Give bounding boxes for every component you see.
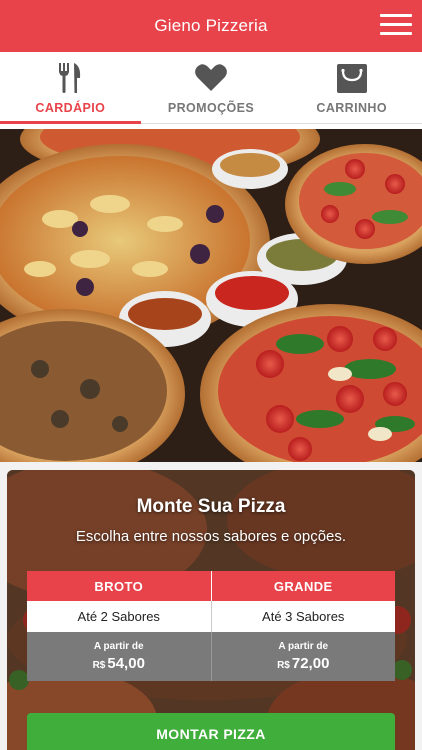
price-amount: 72,00: [291, 655, 330, 672]
currency-label: R$: [92, 660, 106, 671]
fork-knife-icon: [57, 61, 83, 95]
tab-carrinho[interactable]: CARRINHO: [281, 52, 422, 123]
size-broto-flavors: Até 2 Sabores: [27, 601, 211, 632]
tab-bar: CARDÁPIO PROMOÇÕES CARRINHO: [0, 52, 422, 124]
shopping-bag-icon: [336, 61, 368, 95]
tab-label: PROMOÇÕES: [167, 101, 255, 115]
header-bar: Gieno Pizzeria: [0, 0, 422, 52]
build-pizza-button[interactable]: MONTAR PIZZA: [27, 713, 395, 750]
size-flavors-row: Até 2 Sabores Até 3 Sabores: [27, 601, 395, 632]
builder-card: Monte Sua Pizza Escolha entre nossos sab…: [7, 470, 415, 750]
tab-label: CARDÁPIO: [35, 101, 106, 115]
price-from-label: A partir de: [278, 641, 329, 652]
builder-title: Monte Sua Pizza: [136, 496, 286, 517]
tab-promocoes[interactable]: PROMOÇÕES: [141, 52, 282, 123]
builder-section: Monte Sua Pizza Escolha entre nossos sab…: [0, 462, 422, 750]
size-broto-header[interactable]: BROTO: [27, 571, 211, 601]
hamburger-menu-icon[interactable]: [380, 12, 412, 38]
size-grande-flavors: Até 3 Sabores: [210, 601, 395, 632]
heart-icon: [194, 61, 228, 95]
hero-pizza-image: [0, 129, 422, 462]
app-screen: Gieno Pizzeria CARDÁPIO PROMOÇÕES CARRIN…: [0, 0, 422, 750]
size-options-table: BROTO GRANDE Até 2 Sabores Até 3 Sabores…: [27, 571, 395, 681]
app-title: Gieno Pizzeria: [154, 16, 268, 35]
size-broto-price: A partir de R$ 54,00: [27, 632, 211, 681]
size-grande-header[interactable]: GRANDE: [210, 571, 395, 601]
price-from-label: A partir de: [93, 641, 144, 652]
builder-subtitle: Escolha entre nossos sabores e opções.: [75, 528, 347, 545]
price-amount: 54,00: [107, 655, 145, 672]
tab-label: CARRINHO: [316, 101, 387, 115]
size-grande-price: A partir de R$ 72,00: [210, 632, 395, 681]
currency-label: R$: [277, 660, 290, 671]
price-value: R$ 54,00: [93, 655, 145, 672]
size-header-row: BROTO GRANDE: [27, 571, 395, 601]
size-price-row: A partir de R$ 54,00 A partir de R$ 72,00: [27, 632, 395, 681]
tab-cardapio[interactable]: CARDÁPIO: [0, 52, 141, 124]
price-value: R$ 72,00: [277, 655, 329, 672]
